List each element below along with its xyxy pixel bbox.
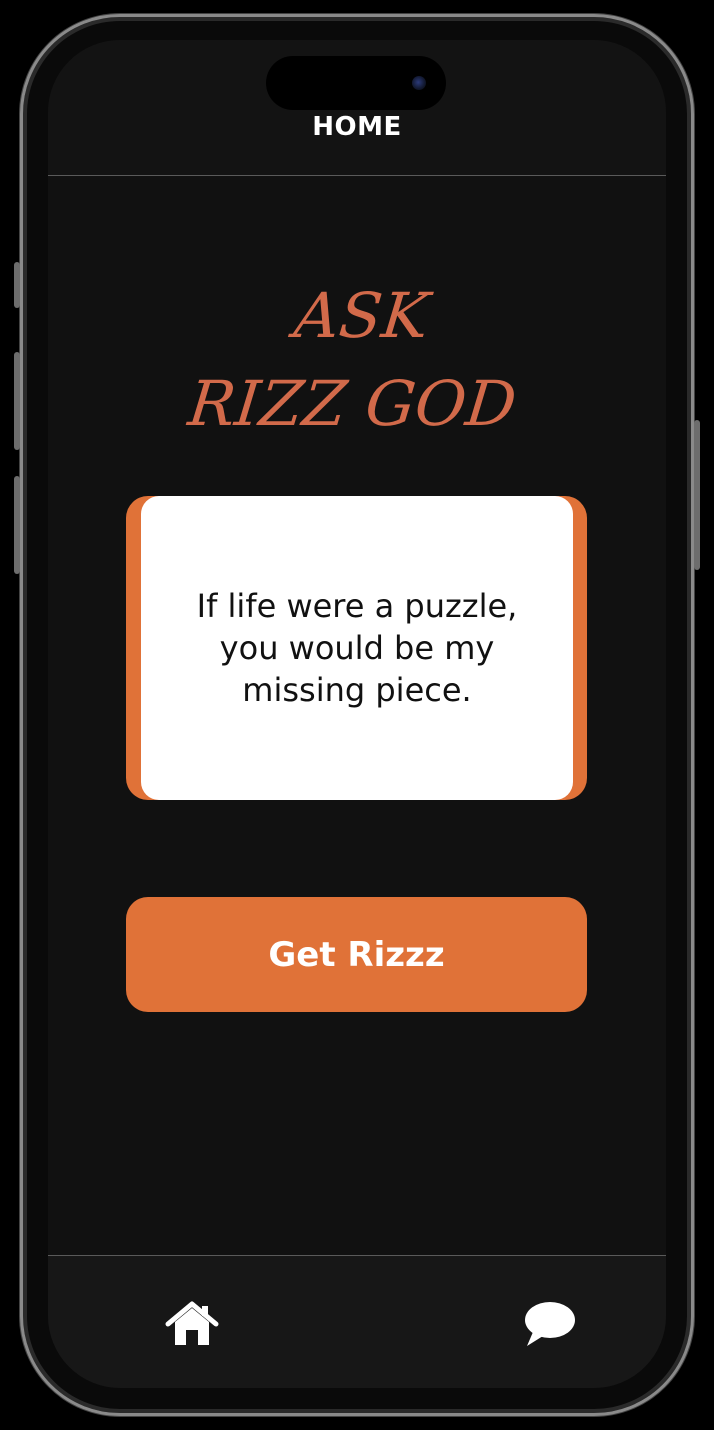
chat-bubble-icon [525, 1302, 575, 1346]
dynamic-island [266, 56, 446, 110]
tab-home[interactable] [162, 1296, 222, 1352]
side-button-power [694, 420, 700, 570]
tab-chat[interactable] [520, 1296, 580, 1352]
side-button-volume-up [14, 352, 20, 450]
hero-title-line-1: ASK [291, 279, 433, 352]
app-screen: HOME ASK RIZZ GOD If life were a puzzle,… [48, 40, 666, 1388]
side-button-silent [14, 262, 20, 308]
hero-title-line-2: RIZZ GOD [185, 367, 520, 440]
get-rizz-button[interactable]: Get Rizzz [126, 897, 587, 1012]
rizz-line-text: If life were a puzzle, you would be my m… [196, 587, 518, 709]
rizz-card: If life were a puzzle, you would be my m… [141, 496, 573, 800]
home-icon [165, 1301, 219, 1345]
page-title: HOME [312, 112, 402, 142]
bottom-tab-bar [48, 1255, 666, 1388]
side-button-volume-down [14, 476, 20, 574]
hero-title: ASK RIZZ GOD [48, 272, 666, 448]
camera-icon [412, 76, 426, 90]
